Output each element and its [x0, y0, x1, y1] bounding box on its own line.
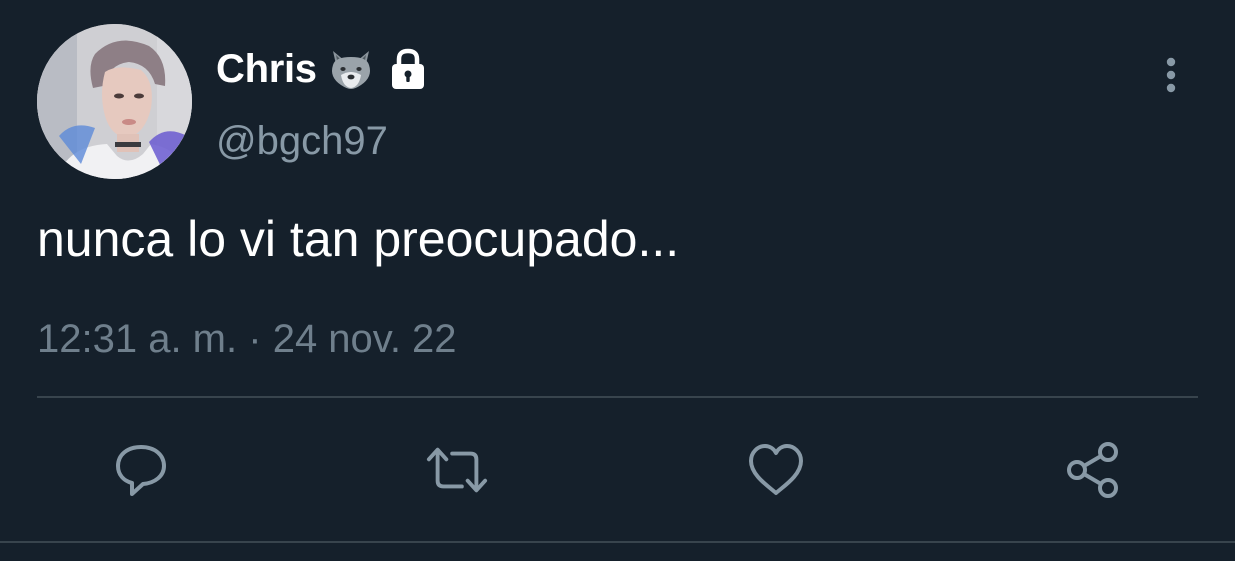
- tweet-time: 12:31 a. m.: [37, 317, 238, 361]
- like-icon: [749, 444, 803, 495]
- display-name[interactable]: Chris: [216, 44, 317, 94]
- retweet-icon: [426, 447, 488, 493]
- tweet-detail: Chris @bgch97 nunca lo vi tan preocupado…: [0, 0, 1235, 561]
- tweet-text: nunca lo vi tan preocupado...: [37, 211, 680, 267]
- avatar[interactable]: [37, 24, 192, 179]
- reply-button[interactable]: [109, 438, 173, 502]
- tweet-timestamp[interactable]: 12:31 a. m. · 24 nov. 22: [37, 314, 457, 364]
- more-options-icon[interactable]: [1158, 56, 1184, 96]
- author-handle[interactable]: @bgch97: [216, 116, 388, 166]
- divider: [37, 396, 1198, 398]
- share-icon: [1067, 442, 1118, 498]
- author-name-row[interactable]: Chris: [216, 44, 431, 94]
- share-button[interactable]: [1062, 438, 1126, 502]
- meta-separator: ·: [248, 317, 262, 361]
- tweet-date: 24 nov. 22: [272, 317, 457, 361]
- avatar-image: [37, 24, 192, 179]
- wolf-icon: [327, 47, 375, 91]
- reply-icon: [116, 445, 166, 496]
- lock-icon: [385, 47, 431, 91]
- retweet-button[interactable]: [425, 438, 489, 502]
- bottom-divider: [0, 541, 1235, 543]
- like-button[interactable]: [744, 438, 808, 502]
